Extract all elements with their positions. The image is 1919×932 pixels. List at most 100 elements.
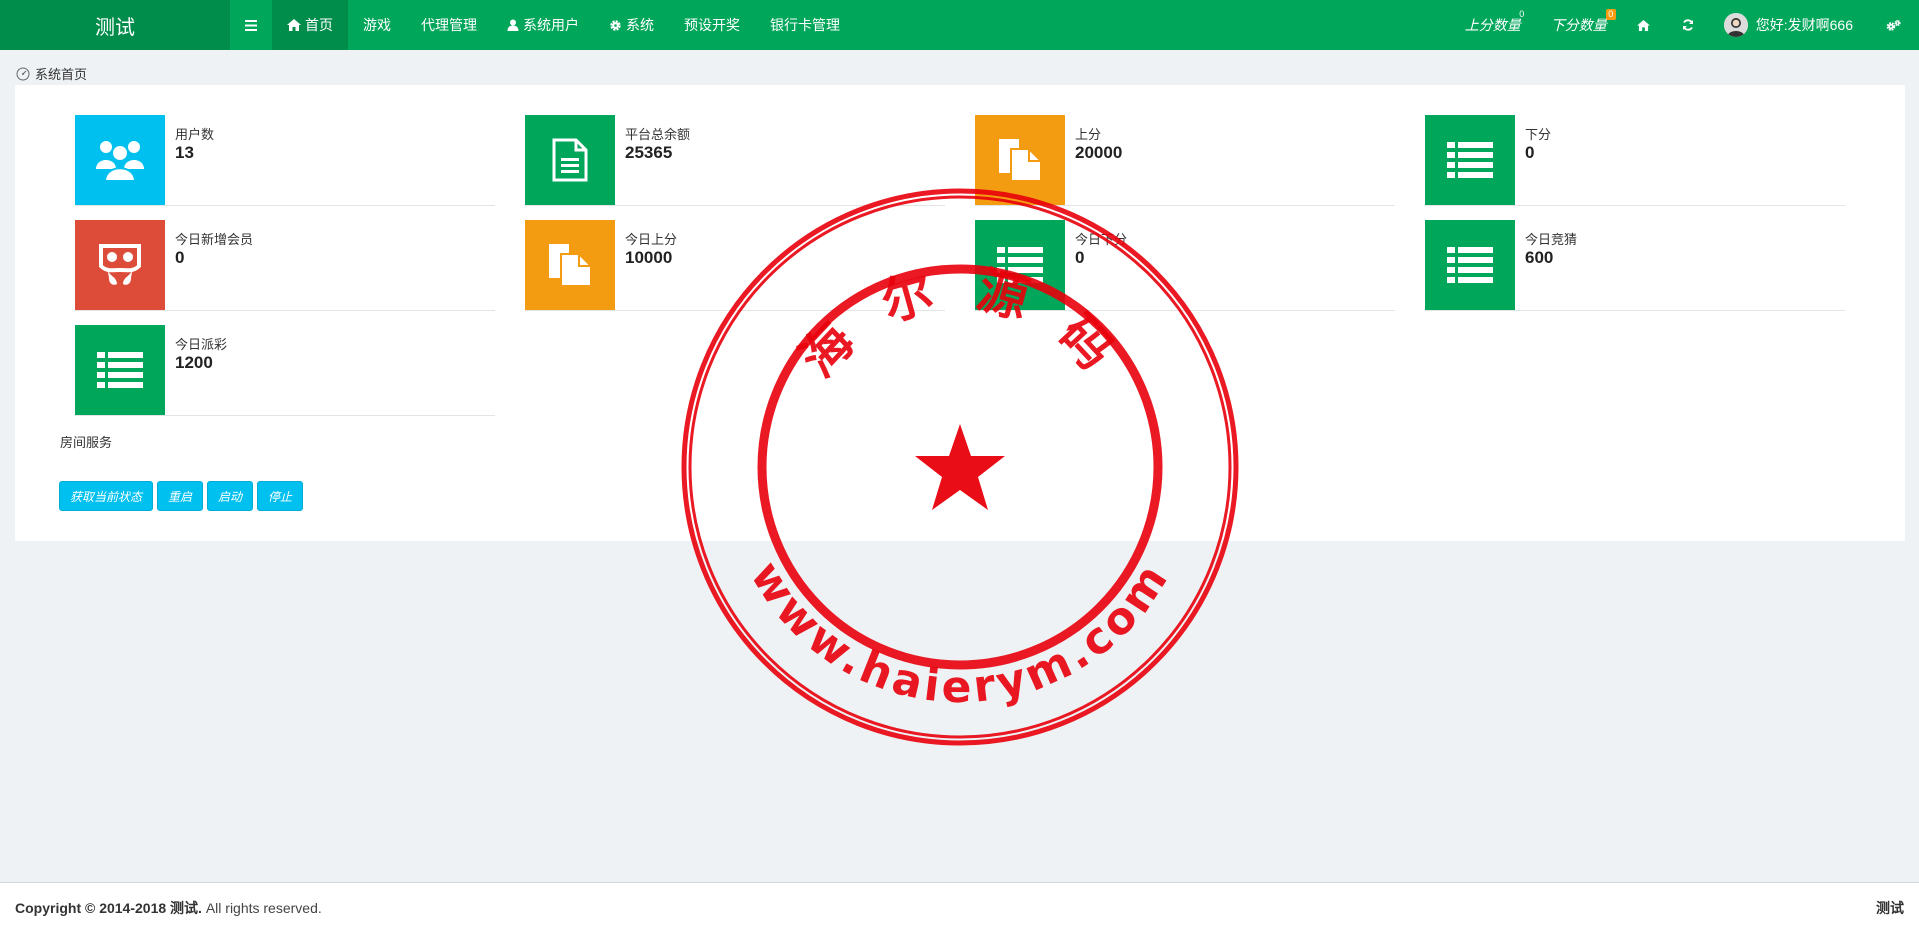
nav-item-bank-card-management[interactable]: 银行卡管理 bbox=[755, 0, 855, 50]
main-nav-menu: 首页 游戏 代理管理 系统用户 系统 预设开奖 银行卡管理 bbox=[272, 0, 855, 50]
stat-icon-box bbox=[75, 325, 165, 415]
user-icon bbox=[507, 19, 519, 31]
nav-item-home[interactable]: 首页 bbox=[272, 0, 348, 50]
list-icon bbox=[997, 247, 1043, 283]
nav-item-label: 系统用户 bbox=[523, 17, 579, 33]
stat-icon-box bbox=[75, 115, 165, 205]
nav-item-system[interactable]: 系统 bbox=[594, 0, 669, 50]
nav-item-label: 游戏 bbox=[363, 17, 391, 33]
stat-icon-box bbox=[1425, 220, 1515, 310]
list-icon bbox=[97, 352, 143, 388]
nav-item-label: 代理管理 bbox=[421, 17, 477, 33]
document-icon bbox=[552, 138, 588, 182]
stat-value: 20000 bbox=[1075, 143, 1123, 162]
top-navbar: 测试 首页 游戏 代理管理 系统用户 系统 预设开奖 银行卡管理 上分数量 0 … bbox=[0, 0, 1919, 50]
down-count-link[interactable]: 下分数量 0 bbox=[1536, 0, 1622, 50]
copy-files-icon bbox=[999, 139, 1042, 182]
user-menu[interactable]: 您好:发财啊666 bbox=[1710, 0, 1867, 50]
stop-button[interactable]: 停止 bbox=[257, 481, 304, 511]
up-count-link[interactable]: 上分数量 0 bbox=[1450, 0, 1536, 50]
stat-icon-box bbox=[525, 220, 615, 310]
stat-text: 用户数 13 bbox=[175, 127, 214, 163]
stat-text: 今日派彩 1200 bbox=[175, 337, 227, 373]
stat-label: 今日下分 bbox=[1075, 232, 1128, 247]
stat-value: 1200 bbox=[175, 353, 213, 372]
stat-box-platform-balance[interactable]: 平台总余额 25365 bbox=[525, 115, 945, 206]
stat-icon-box bbox=[75, 220, 165, 310]
stat-text: 平台总余额 25365 bbox=[625, 127, 690, 163]
stat-box-user-count[interactable]: 用户数 13 bbox=[75, 115, 495, 206]
stat-value: 10000 bbox=[625, 248, 673, 267]
hamburger-icon bbox=[245, 19, 257, 31]
nav-item-games[interactable]: 游戏 bbox=[348, 0, 406, 50]
stat-box-new-members-today[interactable]: 今日新增会员 0 bbox=[75, 220, 495, 311]
stat-icon-box bbox=[525, 115, 615, 205]
copyright-brand-link[interactable]: 测试. bbox=[170, 900, 202, 916]
home-button[interactable] bbox=[1622, 0, 1666, 50]
down-count-label: 下分数量 bbox=[1550, 17, 1607, 33]
stat-box-guesses-today[interactable]: 今日竞猜 600 bbox=[1425, 220, 1845, 311]
stat-icon-box bbox=[975, 115, 1065, 205]
breadcrumb-current[interactable]: 系统首页 bbox=[35, 64, 87, 83]
home-icon bbox=[287, 19, 301, 31]
stat-text: 今日新增会员 0 bbox=[175, 232, 253, 268]
avatar-icon bbox=[1723, 13, 1748, 37]
nav-item-agent-management[interactable]: 代理管理 bbox=[406, 0, 492, 50]
stat-value: 600 bbox=[1525, 248, 1554, 267]
stat-label: 今日新增会员 bbox=[175, 232, 254, 247]
stat-box-down-points[interactable]: 下分 0 bbox=[1425, 115, 1845, 206]
stat-text: 今日上分 10000 bbox=[625, 232, 677, 268]
copyright: Copyright © 2014-2018 测试. All rights res… bbox=[15, 898, 322, 918]
room-service-title: 房间服务 bbox=[60, 435, 113, 450]
gears-icon bbox=[1886, 19, 1901, 31]
stat-box-down-points-today[interactable]: 今日下分 0 bbox=[975, 220, 1395, 311]
stat-icon-box bbox=[975, 220, 1065, 310]
stat-text: 上分 20000 bbox=[1075, 127, 1122, 163]
nav-item-label: 系统 bbox=[626, 17, 654, 33]
dashboard-icon bbox=[16, 67, 30, 80]
stat-value: 0 bbox=[1075, 248, 1085, 267]
nav-item-label: 银行卡管理 bbox=[770, 17, 840, 33]
room-service-actions: 获取当前状态 重启 启动 停止 bbox=[59, 481, 304, 511]
avatar bbox=[1723, 13, 1748, 37]
stat-label: 今日派彩 bbox=[175, 337, 228, 352]
page-footer: Copyright © 2014-2018 测试. All rights res… bbox=[0, 882, 1919, 932]
settings-button[interactable] bbox=[1867, 0, 1919, 50]
up-count-badge: 0 bbox=[1519, 9, 1525, 19]
breadcrumb: 系统首页 bbox=[16, 64, 87, 83]
restart-button[interactable]: 重启 bbox=[157, 481, 204, 511]
brand-logo[interactable]: 测试 bbox=[0, 0, 230, 50]
stat-icon-box bbox=[1425, 115, 1515, 205]
users-icon bbox=[96, 141, 144, 181]
get-status-button[interactable]: 获取当前状态 bbox=[59, 481, 154, 511]
copyright-suffix: All rights reserved. bbox=[201, 899, 322, 916]
copyright-prefix: Copyright © 2014-2018 bbox=[15, 899, 171, 916]
stat-box-up-points-today[interactable]: 今日上分 10000 bbox=[525, 220, 945, 311]
list-icon bbox=[1447, 247, 1493, 283]
sidebar-toggle-button[interactable] bbox=[230, 0, 272, 50]
nav-item-system-users[interactable]: 系统用户 bbox=[492, 0, 594, 50]
navbar-right: 上分数量 0 下分数量 0 您好:发财啊666 bbox=[1450, 0, 1919, 50]
stat-box-up-points[interactable]: 上分 20000 bbox=[975, 115, 1395, 206]
stat-box-payout-today[interactable]: 今日派彩 1200 bbox=[75, 325, 495, 416]
dashboard-panel: 用户数 13 平台总余额 25365 上分 20000 下分 0 今日新增会员 … bbox=[15, 85, 1905, 541]
stat-label: 用户数 bbox=[175, 127, 215, 142]
refresh-button[interactable] bbox=[1666, 0, 1710, 50]
copy-files-icon bbox=[549, 244, 592, 287]
home-icon bbox=[1637, 19, 1651, 31]
stat-text: 今日下分 0 bbox=[1075, 232, 1127, 268]
watermark-bottom-text: www.haierym.com bbox=[740, 552, 1180, 713]
user-greeting: 您好:发财啊666 bbox=[1755, 17, 1853, 33]
footer-right-text: 测试 bbox=[1876, 899, 1904, 916]
refresh-icon bbox=[1682, 19, 1693, 31]
start-button[interactable]: 启动 bbox=[207, 481, 254, 511]
list-icon bbox=[1447, 142, 1493, 178]
slideshare-icon bbox=[99, 244, 141, 285]
stat-text: 下分 0 bbox=[1525, 127, 1551, 163]
stat-value: 0 bbox=[175, 248, 185, 267]
nav-item-preset-lottery[interactable]: 预设开奖 bbox=[669, 0, 755, 50]
nav-item-label: 预设开奖 bbox=[684, 17, 740, 33]
stat-label: 今日上分 bbox=[625, 232, 678, 247]
stat-value: 0 bbox=[1525, 143, 1535, 162]
stat-value: 13 bbox=[175, 143, 194, 162]
